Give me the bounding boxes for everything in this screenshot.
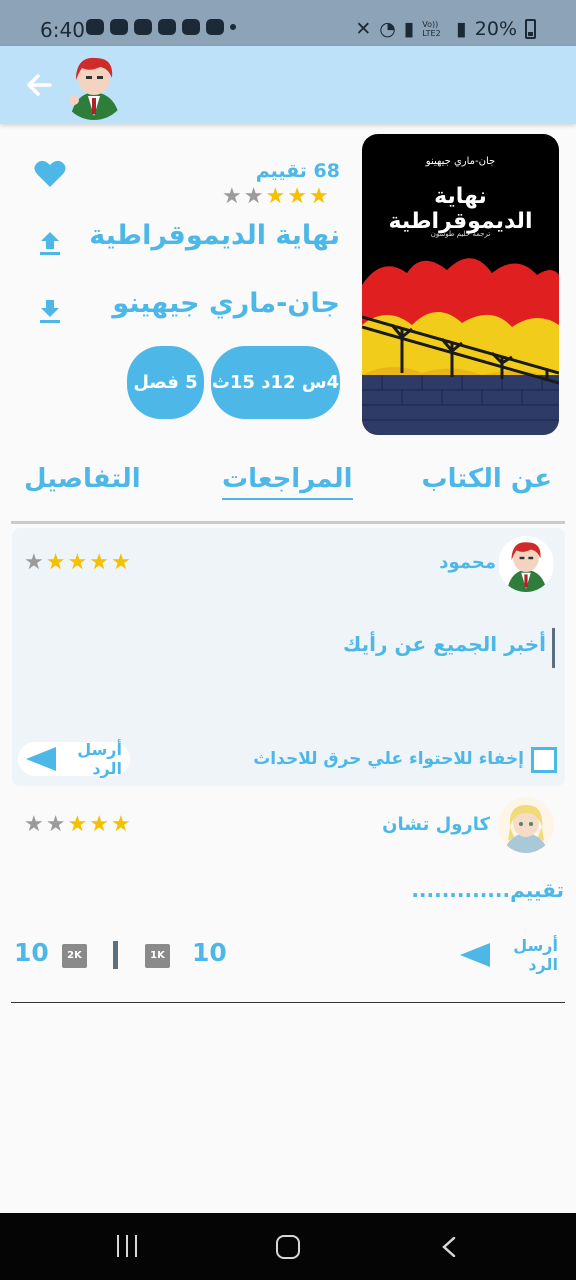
spoiler-checkbox[interactable] bbox=[531, 747, 557, 773]
star-empty-icon: ★ bbox=[222, 184, 242, 209]
star-filled-icon[interactable]: ★ bbox=[111, 552, 131, 574]
chapters-badge: 5 فصل bbox=[127, 346, 204, 419]
like-badge[interactable]: 1K bbox=[145, 944, 170, 968]
reply-button[interactable]: أرسل الرد bbox=[452, 936, 566, 974]
review-rating-stars: ★ ★ ★ ★ ★ bbox=[24, 814, 131, 836]
reviewer-name: محمود bbox=[439, 552, 496, 573]
list-divider bbox=[11, 1002, 565, 1003]
book-title: نهاية الديموقراطية bbox=[89, 220, 340, 251]
download-button[interactable] bbox=[36, 296, 64, 326]
tab-details[interactable]: التفاصيل bbox=[24, 464, 141, 494]
reply-label: أرسل الرد bbox=[513, 936, 558, 974]
more-dot-icon bbox=[230, 24, 236, 30]
avatar-image bbox=[498, 536, 554, 592]
star-filled-icon: ★ bbox=[67, 812, 88, 837]
reviewer-avatar bbox=[498, 797, 554, 853]
discord-icon bbox=[110, 19, 128, 35]
status-time: 6:40 bbox=[40, 18, 85, 42]
star-filled-icon: ★ bbox=[265, 184, 286, 209]
send-review-button[interactable]: أرسل الرد bbox=[18, 740, 130, 778]
star-empty-icon[interactable]: ★ bbox=[24, 552, 44, 574]
reviewer-avatar bbox=[498, 536, 554, 592]
signal-icon: ▮ bbox=[456, 18, 467, 40]
star-filled-icon[interactable]: ★ bbox=[89, 552, 109, 574]
book-author[interactable]: جان-ماري جيهينو bbox=[112, 288, 340, 319]
upload-icon bbox=[40, 232, 60, 255]
mute-icon: ✕ bbox=[355, 18, 372, 40]
review-input[interactable]: أخبر الجميع عن رأيك bbox=[343, 632, 546, 656]
recents-button[interactable] bbox=[115, 1235, 139, 1257]
heart-icon bbox=[34, 160, 66, 187]
spoiler-label: إخفاء للاحتواء علي حرق للاحداث bbox=[253, 749, 524, 769]
app-bar bbox=[0, 46, 576, 124]
star-filled-icon: ★ bbox=[110, 812, 131, 837]
send-label: أرسل الرد bbox=[77, 740, 122, 778]
reviewer-name: كارول تشان bbox=[382, 814, 490, 835]
status-right: ✕ ◔ ▮ Vo)) LTE2 ▮ 20% bbox=[355, 18, 536, 40]
battery-icon bbox=[525, 19, 536, 39]
book-cover[interactable]: جان-ماري جيهينو نهاية الديموقراطية ترجمة… bbox=[362, 134, 559, 435]
compose-rating-stars[interactable]: ★ ★ ★ ★ ★ bbox=[24, 552, 131, 574]
star-empty-icon: ★ bbox=[24, 812, 44, 837]
star-empty-icon: ★ bbox=[45, 812, 66, 837]
back-button[interactable] bbox=[22, 68, 56, 102]
wifi-icon: ◔ bbox=[379, 18, 396, 40]
system-nav-bar bbox=[0, 1213, 576, 1280]
send-icon bbox=[26, 747, 56, 771]
cover-title: نهاية الديموقراطية bbox=[388, 184, 533, 234]
chat-icon bbox=[86, 19, 104, 35]
arrow-left-icon bbox=[27, 74, 52, 96]
review-text: تقييم............. bbox=[411, 878, 564, 902]
chevron-left-icon bbox=[442, 1236, 456, 1258]
book-rating-stars: ★ ★ ★ ★ ★ bbox=[222, 186, 329, 208]
trn-icon bbox=[182, 19, 200, 35]
cover-illustration bbox=[362, 258, 559, 435]
status-bar: 6:40 ✕ ◔ ▮ Vo)) LTE2 ▮ 20% bbox=[0, 0, 576, 46]
battery-percent: 20% bbox=[474, 18, 517, 40]
text-cursor bbox=[552, 628, 555, 668]
star-empty-icon: ★ bbox=[243, 184, 264, 209]
duration-badge: 4س 12د 15ث bbox=[211, 346, 340, 419]
telegram-icon bbox=[158, 19, 176, 35]
dislike-badge[interactable]: 2K bbox=[62, 944, 87, 968]
send-icon bbox=[460, 943, 490, 967]
metric-separator bbox=[113, 941, 118, 969]
notification-icons bbox=[86, 19, 236, 35]
tab-reviews[interactable]: المراجعات bbox=[222, 464, 353, 500]
cover-translator: ترجمة حليم طوسون bbox=[430, 230, 491, 238]
signal-icon: ▮ bbox=[403, 18, 415, 40]
avatar-image bbox=[498, 797, 554, 853]
home-button[interactable] bbox=[276, 1235, 300, 1259]
tabs-divider bbox=[11, 521, 565, 524]
system-back-button[interactable] bbox=[442, 1236, 456, 1258]
share-button[interactable] bbox=[36, 228, 64, 258]
network-label: Vo)) LTE2 bbox=[422, 20, 441, 38]
rating-count: 68 تقييم bbox=[255, 160, 340, 182]
download-icon bbox=[40, 300, 60, 323]
star-filled-icon[interactable]: ★ bbox=[46, 552, 66, 574]
discord-icon bbox=[134, 19, 152, 35]
user-avatar[interactable] bbox=[60, 50, 128, 120]
star-filled-icon[interactable]: ★ bbox=[67, 552, 87, 574]
avatar-image bbox=[60, 50, 128, 120]
cover-author: جان-ماري جيهينو bbox=[425, 156, 496, 167]
favorite-button[interactable] bbox=[32, 158, 68, 192]
star-filled-icon: ★ bbox=[89, 812, 109, 837]
tiktok-icon bbox=[206, 19, 224, 35]
star-filled-icon: ★ bbox=[287, 184, 307, 209]
star-filled-icon: ★ bbox=[308, 184, 329, 209]
like-count[interactable]: 10 bbox=[192, 938, 227, 967]
tab-about[interactable]: عن الكتاب bbox=[421, 464, 552, 494]
dislike-count[interactable]: 10 bbox=[14, 938, 49, 967]
